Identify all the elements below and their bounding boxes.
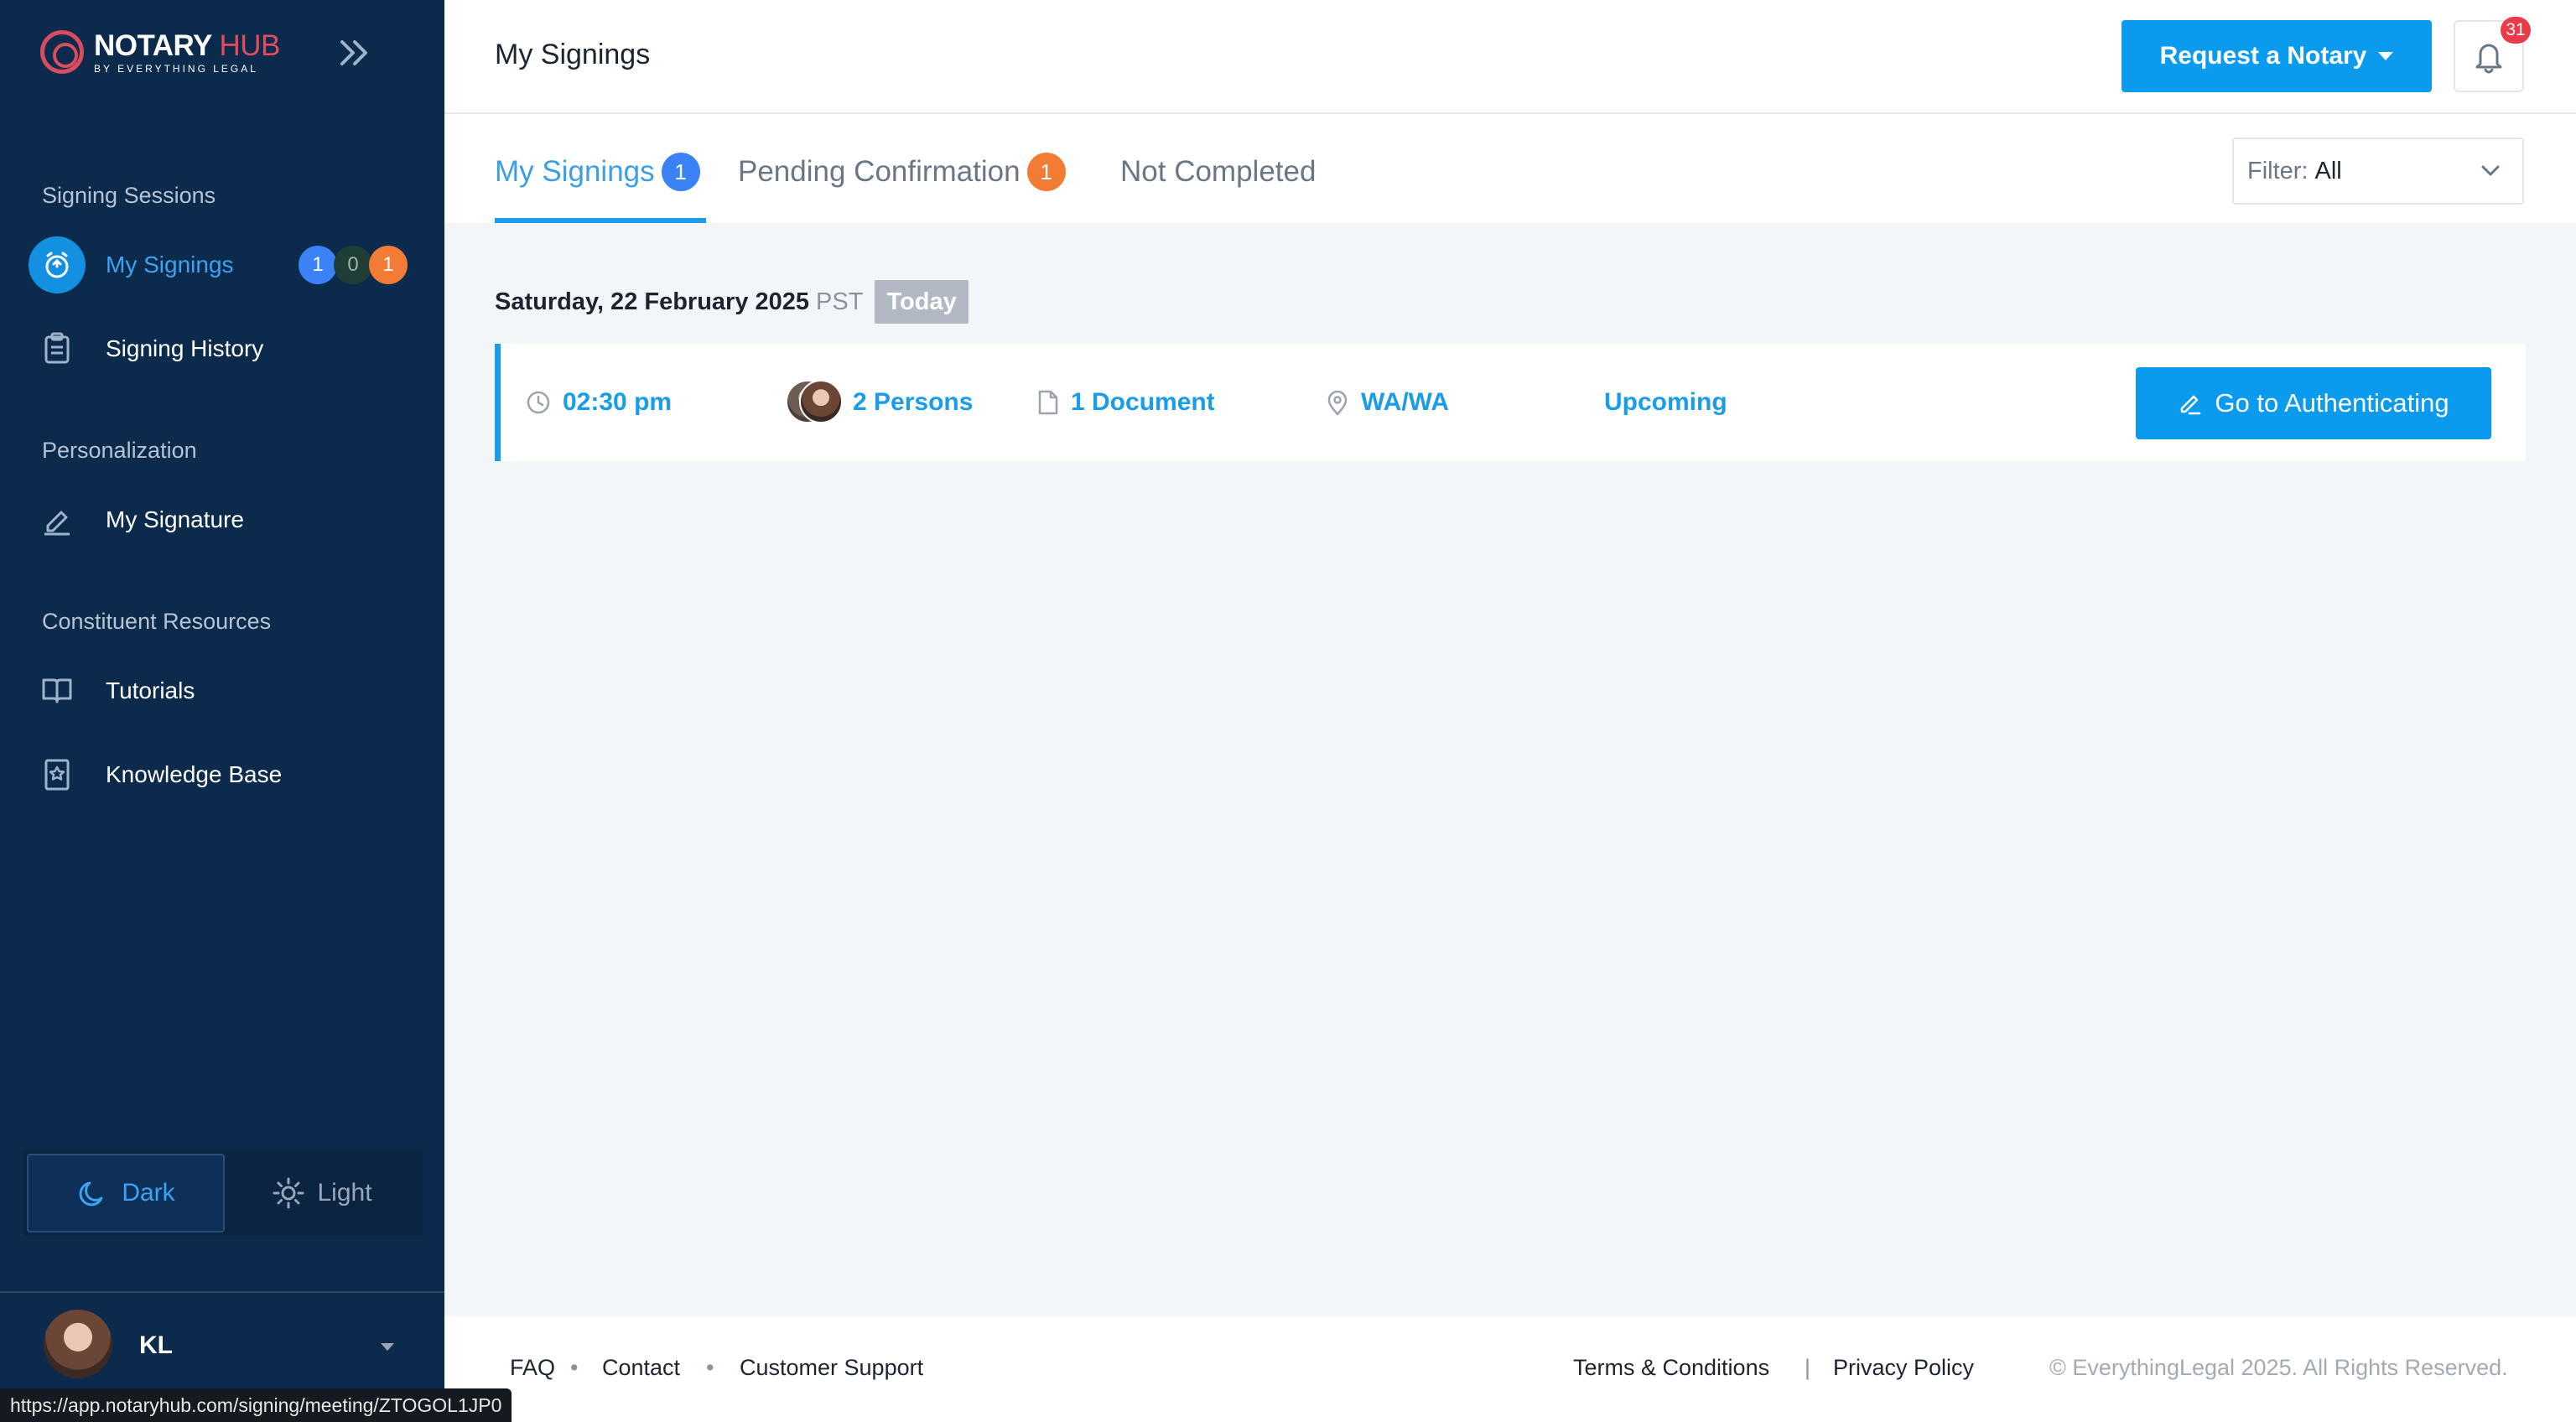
filter-select[interactable]: Filter: All (2232, 138, 2524, 205)
sun-icon (273, 1177, 304, 1209)
sidebar-item-label: Signing History (106, 335, 264, 361)
bell-icon (2475, 44, 2502, 74)
notification-count-badge: 31 (2501, 17, 2531, 44)
location-pin-icon (1327, 390, 1348, 416)
session-status: Upcoming (1604, 388, 1727, 416)
badge-in-progress-count: 0 (334, 246, 372, 284)
active-tab-indicator (495, 218, 706, 223)
sidebar-item-my-signature[interactable]: My Signature (29, 490, 414, 550)
book-icon (29, 662, 86, 719)
footer: FAQ • Contact • Customer Support Terms &… (444, 1316, 2576, 1422)
sidebar-item-tutorials[interactable]: Tutorials (29, 661, 414, 721)
tab-pending-confirmation[interactable]: Pending Confirmation 1 (738, 148, 1066, 196)
theme-dark-button[interactable]: Dark (27, 1154, 225, 1233)
request-notary-button[interactable]: Request a Notary (2122, 20, 2432, 92)
sidebar-item-label: My Signings (106, 252, 234, 278)
tab-not-completed[interactable]: Not Completed (1120, 148, 1316, 196)
footer-separator: | (1805, 1355, 1811, 1380)
sidebar-item-label: My Signature (106, 506, 244, 532)
browser-status-url: https://app.notaryhub.com/signing/meetin… (0, 1388, 512, 1422)
go-to-authenticating-button[interactable]: Go to Authenticating (2136, 367, 2491, 439)
logo-title: NOTARY HUB (94, 29, 280, 62)
document-icon (1038, 390, 1058, 415)
footer-separator: • (570, 1355, 579, 1380)
tab-count-badge: 1 (1026, 153, 1066, 191)
sidebar-collapse-button[interactable] (334, 32, 376, 74)
logo-tagline: BY EVERYTHING LEGAL (94, 62, 258, 75)
caret-down-icon (2378, 52, 2394, 60)
sidebar-item-label: Tutorials (106, 677, 195, 703)
top-header: My Signings Request a Notary 31 (444, 0, 2576, 114)
sidebar-item-my-signings[interactable]: My Signings 1 0 1 (29, 235, 414, 295)
signing-session-card[interactable]: 02:30 pm 2 Persons 1 Document WA/WA Upco… (495, 344, 2526, 461)
clock-icon (527, 391, 550, 414)
sidebar: NOTARY HUB BY EVERYTHING LEGAL Signing S… (0, 0, 444, 1422)
theme-toggle: Dark Light (23, 1150, 423, 1236)
pencil-icon (2181, 395, 2201, 415)
section-personalization: Personalization (42, 438, 197, 463)
session-date-header: Saturday, 22 February 2025 PST Today (495, 280, 969, 324)
persons-avatars (786, 380, 844, 425)
bookmark-icon (29, 746, 86, 803)
badge-upcoming-count: 1 (299, 246, 337, 284)
clipboard-icon (29, 320, 86, 377)
footer-link-terms[interactable]: Terms & Conditions (1573, 1355, 1769, 1381)
section-constituent-resources: Constituent Resources (42, 609, 272, 634)
footer-separator: • (706, 1355, 714, 1380)
avatar (44, 1310, 112, 1378)
theme-light-button[interactable]: Light (225, 1154, 419, 1233)
pen-icon (29, 491, 86, 548)
logo-mark-icon (40, 30, 84, 74)
timezone-label: PST (816, 288, 864, 315)
tab-my-signings[interactable]: My Signings 1 (495, 148, 700, 196)
footer-link-privacy[interactable]: Privacy Policy (1833, 1355, 1974, 1381)
today-badge: Today (875, 280, 969, 324)
user-initials: KL (139, 1331, 173, 1359)
sidebar-item-signing-history[interactable]: Signing History (29, 319, 414, 379)
footer-link-faq[interactable]: FAQ (510, 1355, 555, 1381)
badge-pending-count: 1 (369, 246, 408, 284)
session-time: 02:30 pm (526, 344, 672, 461)
alarm-icon (29, 236, 86, 293)
my-signings-badges: 1 0 1 (299, 246, 408, 284)
caret-down-icon[interactable] (381, 1343, 394, 1351)
chevron-down-icon (2481, 165, 2500, 176)
double-chevron-right-icon (340, 40, 367, 65)
person-avatar (799, 380, 843, 423)
session-location: WA/WA (1326, 344, 1449, 461)
session-date: Saturday, 22 February 2025 (495, 288, 810, 315)
sidebar-item-knowledge-base[interactable]: Knowledge Base (29, 745, 414, 805)
signing-tabs: My Signings 1 Pending Confirmation 1 Not… (444, 114, 2576, 223)
session-persons[interactable]: 2 Persons (786, 344, 973, 461)
copyright-text: © EverythingLegal 2025. All Rights Reser… (2049, 1355, 2508, 1380)
section-signing-sessions: Signing Sessions (42, 183, 216, 208)
moon-icon (79, 1181, 103, 1207)
brand-logo[interactable]: NOTARY HUB BY EVERYTHING LEGAL (40, 30, 280, 74)
footer-link-customer-support[interactable]: Customer Support (740, 1355, 923, 1381)
sidebar-item-label: Knowledge Base (106, 761, 283, 787)
tab-count-badge: 1 (661, 153, 700, 191)
session-documents[interactable]: 1 Document (1037, 344, 1215, 461)
footer-link-contact[interactable]: Contact (602, 1355, 680, 1381)
page-title: My Signings (495, 39, 651, 70)
